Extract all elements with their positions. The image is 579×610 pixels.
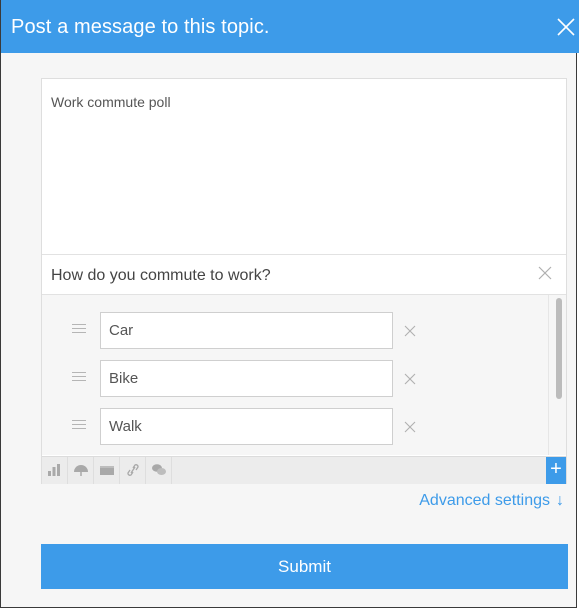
scrollbar-thumb[interactable]	[556, 298, 562, 399]
post-message-dialog: Post a message to this topic. Work commu…	[0, 0, 579, 608]
link-icon[interactable]	[120, 457, 146, 484]
chat-icon[interactable]	[146, 457, 172, 484]
poll-option-input[interactable]: Bike	[100, 360, 393, 397]
image-icon[interactable]	[94, 457, 120, 484]
drag-handle-icon[interactable]	[72, 420, 86, 432]
editor-toolbar: +	[42, 456, 566, 484]
arrow-down-icon: ↓	[556, 492, 564, 509]
poll-question-field[interactable]: How do you commute to work?	[42, 254, 566, 295]
scrollbar-track	[548, 295, 549, 455]
message-textarea[interactable]: Work commute poll	[42, 79, 566, 255]
dialog-titlebar: Post a message to this topic.	[1, 0, 579, 53]
message-editor: Work commute poll How do you commute to …	[41, 78, 567, 484]
drag-handle-icon[interactable]	[72, 324, 86, 336]
poll-option-row: Walk	[42, 408, 547, 448]
poll-option-row: Car	[42, 312, 547, 352]
message-text: Work commute poll	[51, 94, 171, 110]
poll-option-input[interactable]: Car	[100, 312, 393, 349]
poll-question-text: How do you commute to work?	[51, 267, 271, 284]
remove-option-icon[interactable]	[404, 324, 416, 337]
poll-options-list: Car Bike Walk	[42, 295, 566, 455]
remove-option-icon[interactable]	[404, 372, 416, 385]
drag-handle-icon[interactable]	[72, 372, 86, 384]
submit-button[interactable]: Submit	[41, 544, 568, 589]
advanced-settings-link[interactable]: Advanced settings ↓	[419, 492, 564, 510]
poll-option-input[interactable]: Walk	[100, 408, 393, 445]
remove-option-icon[interactable]	[404, 420, 416, 433]
close-icon[interactable]	[550, 11, 579, 41]
advanced-settings-label: Advanced settings	[419, 492, 550, 509]
bar-chart-icon[interactable]	[42, 457, 68, 484]
options-scrollbar[interactable]	[548, 295, 566, 455]
clear-question-icon[interactable]	[538, 266, 552, 280]
dialog-title: Post a message to this topic.	[11, 16, 270, 38]
poll-option-row: Bike	[42, 360, 547, 400]
umbrella-icon[interactable]	[68, 457, 94, 484]
add-option-button[interactable]: +	[546, 457, 566, 484]
